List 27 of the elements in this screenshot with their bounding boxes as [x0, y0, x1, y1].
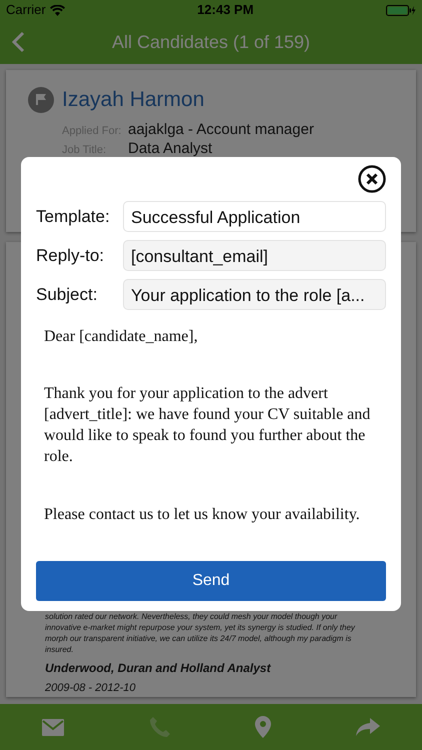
experience-description: solution rated our network. Nevertheless, they could mesh your model though your innovative e-market might repurpose your system, yet its synergy is studied. If only they morph our transparent initiative, we can utilize its 24/7 model, although my paradigm is insured. [45, 611, 356, 656]
wifi-icon [50, 4, 65, 16]
location-pin-icon[interactable] [255, 716, 272, 738]
input-field[interactable]: Your application to the role [a... [123, 279, 386, 310]
input-field[interactable]: [consultant_email] [123, 240, 386, 271]
field-value: aajaklga - Account manager [128, 120, 314, 139]
mail-icon[interactable] [42, 718, 64, 736]
message-paragraph: Please contact us to let us know your availability. [44, 504, 361, 525]
message-paragraph: Dear [candidate_name], [44, 327, 199, 347]
field-label: Template: [36, 206, 111, 228]
field-label: Reply-to: [36, 244, 106, 267]
battery-icon [386, 4, 416, 16]
field-value: Data Analyst [128, 139, 212, 158]
nav-title: All Candidates (1 of 159) [112, 30, 310, 54]
clock: 12:43 PM [197, 1, 254, 20]
field-label: Subject: [36, 284, 98, 306]
send-button[interactable]: Send [36, 560, 386, 601]
message-paragraph: Thank you for your application to the advert [advert_title]: we have found your CV suitable and would like to speak to found you further about the role. [44, 384, 372, 468]
close-button[interactable] [358, 165, 386, 193]
flag-icon [28, 86, 54, 113]
share-icon[interactable] [356, 718, 380, 736]
candidate-name: Izayah Harmon [62, 87, 204, 113]
back-button[interactable] [12, 31, 25, 53]
carrier-label: Carrier [6, 1, 46, 20]
employment-dates: 2009-08 - 2012-10 [45, 682, 137, 695]
employer-name: Underwood, Duran and Holland Analyst [45, 661, 272, 676]
template-picker[interactable]: Successful Application [123, 201, 386, 232]
